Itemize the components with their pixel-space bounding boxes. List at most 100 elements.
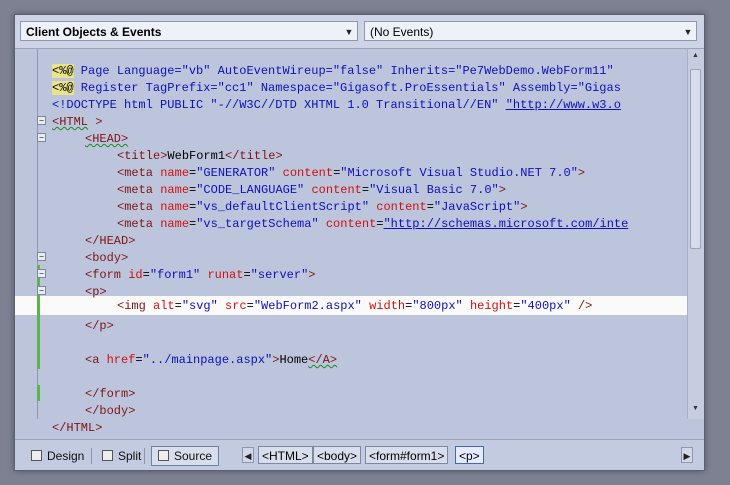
source-view-tab[interactable]: Source — [151, 446, 220, 466]
code-text: <body> — [85, 251, 129, 265]
split-tab-label: Split — [118, 449, 142, 463]
collapse-icon[interactable]: − — [37, 133, 46, 142]
code-text: "GENERATOR" — [196, 166, 276, 180]
code-line: <title>WebForm1</title> — [117, 148, 283, 165]
code-text: <HEAD> — [85, 132, 129, 146]
vertical-scrollbar[interactable]: ▲ ▼ — [687, 49, 704, 419]
client-objects-dropdown[interactable]: Client Objects & Events ▼ — [20, 21, 358, 41]
chevron-down-icon[interactable]: ▼ — [680, 22, 696, 40]
collapse-icon[interactable]: − — [37, 116, 46, 125]
editor-window: Client Objects & Events ▼ (No Events) ▼ … — [14, 14, 705, 471]
code-text: "Microsoft Visual Studio.NET 7.0" — [340, 166, 578, 180]
code-line: </body> — [85, 403, 135, 420]
events-dropdown[interactable]: (No Events) ▼ — [364, 21, 697, 41]
split-view-tab[interactable]: Split — [100, 447, 141, 465]
code-text: name — [160, 217, 190, 231]
split-icon — [102, 450, 113, 461]
schema-url-link[interactable]: "http://schemas.microsoft.com/inte — [383, 217, 628, 231]
change-marker — [37, 265, 40, 369]
scroll-down-icon[interactable]: ▼ — [690, 405, 701, 412]
code-text: <a — [85, 353, 100, 367]
top-toolbar: Client Objects & Events ▼ (No Events) ▼ — [15, 15, 704, 49]
code-text: content — [311, 183, 362, 197]
collapse-icon[interactable]: − — [37, 286, 46, 295]
divider — [91, 448, 92, 464]
code-line: </HTML> — [52, 420, 102, 437]
change-marker — [37, 385, 40, 401]
code-text: <meta — [117, 200, 154, 214]
code-text: </A> — [308, 353, 338, 367]
code-text: name — [160, 166, 190, 180]
code-text: <meta — [117, 166, 154, 180]
code-text: src — [225, 299, 247, 313]
design-view-tab[interactable]: Design — [29, 447, 84, 465]
collapse-icon[interactable]: − — [37, 252, 46, 261]
events-label: (No Events) — [370, 25, 434, 39]
code-line: <meta name="vs_targetSchema" content="ht… — [117, 217, 629, 231]
breadcrumb-body[interactable]: <body> — [313, 446, 362, 464]
scrollbar-thumb[interactable] — [690, 69, 701, 249]
code-text: <img — [117, 299, 146, 313]
doctype-url-link[interactable]: "http://www.w3.o — [506, 98, 621, 112]
code-text: "../mainpage.aspx" — [142, 353, 273, 367]
code-line: <meta name="GENERATOR" content="Microsof… — [117, 166, 586, 180]
code-text: <!DOCTYPE html PUBLIC "-//W3C//DTD XHTML… — [52, 98, 506, 112]
code-text: <HTML — [52, 115, 89, 129]
chevron-down-icon[interactable]: ▼ — [341, 22, 357, 40]
code-text: </HTML> — [52, 421, 103, 435]
code-text: <p> — [85, 285, 107, 299]
client-objects-label: Client Objects & Events — [26, 25, 162, 39]
code-text: content — [325, 217, 377, 231]
code-text: "vs_targetSchema" — [196, 217, 319, 231]
code-text: "server" — [250, 268, 309, 282]
breadcrumb-html[interactable]: <HTML> — [258, 446, 313, 464]
collapse-icon[interactable]: − — [37, 269, 46, 278]
code-text: name — [160, 200, 190, 214]
code-text: > — [520, 200, 528, 214]
code-text: "400px" — [520, 299, 571, 313]
scroll-up-icon[interactable]: ▲ — [690, 52, 701, 59]
code-text: content — [282, 166, 334, 180]
breadcrumb-p[interactable]: <p> — [455, 446, 484, 464]
code-text: id — [128, 268, 143, 282]
code-text: Home — [279, 353, 309, 367]
code-text: > — [498, 183, 506, 197]
breadcrumb-next-icon[interactable]: ▶ — [681, 447, 693, 463]
code-text: runat — [207, 268, 244, 282]
code-text: alt — [153, 299, 175, 313]
view-switcher-bar: Design Split Source ◀ <HTML> <body> <for… — [15, 439, 704, 470]
source-code-editor[interactable]: − − − − − <%@ Page Language="vb" AutoEve… — [15, 49, 687, 435]
code-text: </body> — [85, 404, 136, 418]
code-text: name — [160, 183, 190, 197]
code-line: <meta name="CODE_LANGUAGE" content="Visu… — [117, 183, 506, 197]
divider — [144, 448, 145, 464]
code-text: <meta — [117, 183, 154, 197]
code-text: "CODE_LANGUAGE" — [196, 183, 305, 197]
code-text: "vs_defaultClientScript" — [196, 200, 370, 214]
code-line: <p> — [85, 284, 107, 301]
design-icon — [31, 450, 42, 461]
breadcrumb-prev-icon[interactable]: ◀ — [242, 447, 254, 463]
current-code-line: <img alt="svg" src="WebForm2.aspx" width… — [117, 299, 593, 313]
code-text: width — [369, 299, 406, 313]
source-icon — [158, 450, 169, 461]
code-text: height — [469, 299, 514, 313]
breadcrumb-form[interactable]: <form#form1> — [365, 446, 449, 464]
code-line: <%@ Register TagPrefix="cc1" Namespace="… — [52, 80, 621, 97]
code-line: <a href="../mainpage.aspx">Home</A> — [85, 353, 338, 367]
code-text: Register TagPrefix="cc1" Namespace="Giga… — [73, 81, 621, 95]
code-line: </HEAD> — [85, 233, 135, 250]
code-text: <form — [85, 268, 122, 282]
code-line: <body> — [85, 250, 128, 267]
code-text: "form1" — [149, 268, 201, 282]
code-text: href — [106, 353, 136, 367]
code-line: <%@ Page Language="vb" AutoEventWireup="… — [52, 63, 614, 80]
code-text: </title> — [225, 149, 283, 163]
code-text: "800px" — [412, 299, 463, 313]
code-line: <HEAD> — [85, 131, 128, 148]
directive-marker: <%@ — [52, 81, 74, 95]
code-text: "WebForm2.aspx" — [253, 299, 362, 313]
design-tab-label: Design — [47, 449, 85, 463]
code-line: <HTML > — [52, 114, 102, 131]
code-line: </form> — [85, 386, 135, 403]
